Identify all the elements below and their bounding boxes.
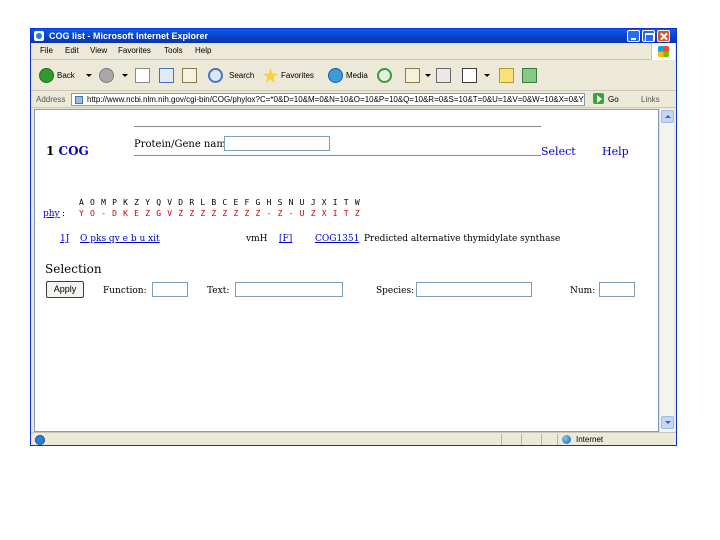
print-icon[interactable] (436, 68, 451, 83)
status-bar: Internet (31, 432, 676, 445)
mail-icon[interactable] (405, 68, 420, 83)
selection-heading: Selection (45, 262, 102, 276)
minimize-icon[interactable] (627, 30, 640, 42)
text-label: Text: (207, 286, 230, 296)
row-func-code: vmH (246, 234, 268, 244)
media-icon[interactable] (328, 68, 343, 83)
apply-button[interactable]: Apply (46, 281, 84, 298)
maximize-icon[interactable] (642, 30, 655, 42)
address-url[interactable]: http://www.ncbi.nlm.nih.gov/cgi-bin/COG/… (87, 95, 584, 104)
protein-name-label: Protein/Gene name: (134, 139, 236, 150)
menu-edit[interactable]: Edit (65, 46, 79, 55)
title-bar: COG list - Microsoft Internet Explorer (31, 29, 676, 43)
search-icon[interactable] (208, 68, 223, 83)
menu-help[interactable]: Help (195, 46, 211, 55)
status-divider (541, 434, 542, 445)
home-icon[interactable] (182, 68, 197, 83)
scroll-up-icon[interactable] (661, 110, 674, 123)
function-label: Function: (103, 286, 147, 296)
go-button-label[interactable]: Go (608, 95, 619, 104)
menu-favorites[interactable]: Favorites (118, 46, 151, 55)
species-label: Species: (376, 286, 415, 296)
search-button-label[interactable]: Search (229, 71, 254, 80)
internet-zone-icon (562, 435, 571, 444)
status-divider (501, 434, 502, 445)
num-label: Num: (570, 286, 596, 296)
forward-arrow-icon[interactable] (99, 68, 114, 83)
page-icon (75, 96, 83, 104)
links-label[interactable]: Links (641, 95, 660, 104)
num-input[interactable] (599, 282, 635, 297)
stop-icon[interactable] (135, 68, 150, 83)
function-input[interactable] (152, 282, 188, 297)
cog-count-link[interactable]: COG (59, 144, 89, 158)
history-icon[interactable] (377, 68, 392, 83)
window-title: COG list - Microsoft Internet Explorer (49, 31, 209, 41)
address-input[interactable]: http://www.ncbi.nlm.nih.gov/cgi-bin/COG/… (71, 93, 585, 106)
protein-name-input[interactable] (224, 136, 330, 151)
vertical-scrollbar[interactable] (659, 109, 674, 432)
phy-link[interactable]: phy (43, 209, 60, 219)
browser-window: COG list - Microsoft Internet Explorer F… (30, 28, 677, 446)
scroll-down-icon[interactable] (661, 416, 674, 429)
mail-dropdown-icon[interactable] (425, 74, 431, 77)
favorites-button-label[interactable]: Favorites (281, 71, 314, 80)
discuss-icon[interactable] (499, 68, 514, 83)
row-phylo-pattern-link[interactable]: O pks qv e b u xit (80, 234, 160, 244)
media-button-label[interactable]: Media (346, 71, 368, 80)
menu-tools[interactable]: Tools (164, 46, 183, 55)
windows-logo-icon (651, 43, 675, 60)
forward-dropdown-icon[interactable] (122, 74, 128, 77)
menu-file[interactable]: File (40, 46, 53, 55)
messenger-icon[interactable] (522, 68, 537, 83)
text-input[interactable] (235, 282, 343, 297)
cog-count-number: 1 (46, 144, 55, 158)
favorites-star-icon[interactable] (263, 68, 278, 83)
edit-dropdown-icon[interactable] (484, 74, 490, 77)
help-link[interactable]: Help (602, 145, 629, 158)
species-input[interactable] (416, 282, 532, 297)
status-divider (521, 434, 522, 445)
category-letter-links[interactable]: Y O - D K E Z G V Z Z Z Z Z Z Z Z - Z - … (79, 209, 360, 218)
cog-count: 1 COG (46, 144, 89, 158)
toolbar: Back Search Favorites Media (31, 61, 676, 91)
page-status-icon (35, 435, 45, 445)
zone-label: Internet (576, 435, 604, 444)
row-code-link[interactable]: 1J (60, 234, 69, 244)
back-arrow-icon[interactable] (39, 68, 54, 83)
back-button-label[interactable]: Back (57, 71, 75, 80)
close-icon[interactable] (657, 30, 670, 42)
ie-icon (34, 31, 44, 41)
row-cog-id-link[interactable]: COG1351 (315, 234, 359, 244)
category-letters: A O M P K Z Y Q V D R L B C E F G H S N … (79, 198, 361, 207)
menu-bar: File Edit View Favorites Tools Help (31, 43, 676, 60)
back-dropdown-icon[interactable] (86, 74, 92, 77)
refresh-icon[interactable] (159, 68, 174, 83)
bottom-divider (134, 155, 541, 156)
address-bar: Address http://www.ncbi.nlm.nih.gov/cgi-… (31, 92, 676, 108)
menu-view[interactable]: View (90, 46, 107, 55)
row-category-link[interactable]: [F] (279, 234, 292, 244)
go-arrow-icon[interactable] (593, 93, 604, 104)
status-divider (557, 434, 558, 445)
row-description: Predicted alternative thymidylate syntha… (364, 234, 561, 244)
select-link[interactable]: Select (541, 145, 576, 158)
edit-icon[interactable] (462, 68, 477, 83)
page-content: 1 COG Protein/Gene name: Select Help A O… (34, 109, 659, 432)
address-label: Address (36, 95, 66, 104)
top-divider (134, 126, 541, 127)
phy-colon: : (62, 209, 66, 219)
